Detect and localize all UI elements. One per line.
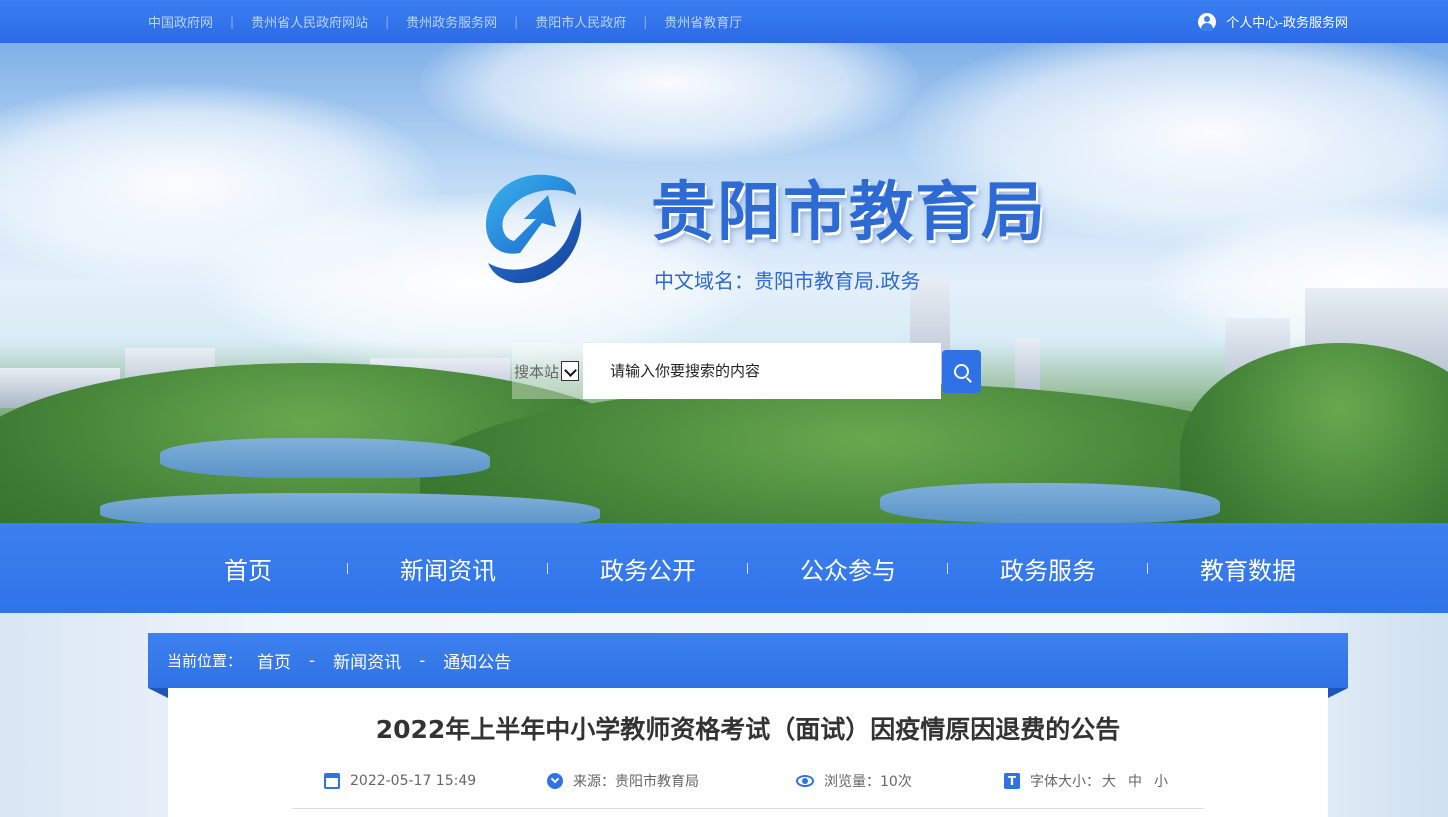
divider: [292, 808, 1204, 809]
nav-news[interactable]: 新闻资讯: [348, 523, 548, 613]
user-center-link[interactable]: 个人中心-政务服务网: [1198, 0, 1348, 43]
link-guizhou-edu[interactable]: 贵州省教育厅: [664, 12, 742, 31]
gov-links: 中国政府网 | 贵州省人民政府网站 | 贵州政务服务网 | 贵阳市人民政府 | …: [148, 0, 742, 43]
breadcrumb-home[interactable]: 首页: [257, 648, 291, 673]
breadcrumb-label: 当前位置：: [167, 652, 243, 670]
lake: [100, 493, 600, 523]
font-size-small-button[interactable]: 小: [1154, 771, 1168, 791]
divider: |: [643, 14, 648, 29]
top-bar: 中国政府网 | 贵州省人民政府网站 | 贵州政务服务网 | 贵阳市人民政府 | …: [0, 0, 1448, 43]
article-title: 2022年上半年中小学教师资格考试（面试）因疫情原因退费的公告: [375, 715, 1121, 744]
article-source-text: 来源：贵阳市教育局: [573, 774, 699, 790]
breadcrumb-separator: -: [419, 650, 426, 671]
ribbon-fold: [1328, 688, 1348, 698]
eye-icon: [796, 775, 814, 787]
article-views-text: 浏览量：10次: [824, 774, 912, 790]
user-center-label: 个人中心-政务服务网: [1226, 16, 1348, 31]
font-size-control: T 字体大小： 大 中 小: [1004, 771, 1168, 791]
divider: |: [230, 14, 235, 29]
header-banner: 贵阳市教育局 中文域名：贵阳市教育局.政务 搜本站: [0, 43, 1448, 523]
link-guizhou-service[interactable]: 贵州政务服务网: [406, 12, 497, 31]
search-icon: [954, 363, 969, 379]
breadcrumb-news[interactable]: 新闻资讯: [333, 648, 401, 673]
search-scope-label: 搜本站: [514, 362, 560, 381]
search-bar: 搜本站: [512, 343, 981, 399]
breadcrumb-separator: -: [309, 650, 316, 671]
nav-public-participation[interactable]: 公众参与: [748, 523, 948, 613]
article-date-text: 2022-05-17 15:49: [350, 773, 477, 789]
font-size-icon: T: [1004, 773, 1020, 789]
trees: [1180, 343, 1448, 523]
lake: [880, 483, 1220, 523]
breadcrumb: 当前位置： 首页 - 新闻资讯 - 通知公告: [148, 633, 1348, 688]
search-button[interactable]: [942, 349, 981, 393]
breadcrumb-notices[interactable]: 通知公告: [443, 648, 511, 673]
ribbon-fold: [148, 688, 168, 698]
site-title: 贵阳市教育局: [651, 176, 1047, 250]
nav-gov-services[interactable]: 政务服务: [948, 523, 1148, 613]
lake: [160, 438, 490, 478]
bureau-logo-icon: [486, 174, 582, 284]
article-views: 浏览量：10次: [796, 771, 912, 791]
calendar-icon: [324, 773, 340, 789]
download-arrow-icon: [547, 773, 563, 789]
article-source: 来源：贵阳市教育局: [547, 771, 699, 791]
search-input[interactable]: [583, 343, 941, 399]
article-panel: 2022年上半年中小学教师资格考试（面试）因疫情原因退费的公告 2022-05-…: [168, 688, 1328, 817]
link-china-gov[interactable]: 中国政府网: [148, 12, 213, 31]
link-guizhou-gov[interactable]: 贵州省人民政府网站: [251, 12, 368, 31]
nav-gov-affairs[interactable]: 政务公开: [548, 523, 748, 613]
font-size-label: 字体大小：: [1030, 774, 1100, 790]
nav-home[interactable]: 首页: [148, 523, 348, 613]
user-icon: [1198, 12, 1217, 31]
search-scope-select[interactable]: 搜本站: [512, 343, 583, 399]
main-nav: 首页 新闻资讯 政务公开 公众参与 政务服务 教育数据: [0, 523, 1448, 613]
nav-education-data[interactable]: 教育数据: [1148, 523, 1348, 613]
font-size-medium-button[interactable]: 中: [1128, 771, 1142, 791]
chinese-domain-name: 中文域名：贵阳市教育局.政务: [654, 269, 921, 293]
font-size-large-button[interactable]: 大: [1102, 771, 1116, 791]
divider: |: [385, 14, 390, 29]
divider: |: [514, 14, 519, 29]
link-guiyang-gov[interactable]: 贵阳市人民政府: [535, 12, 626, 31]
cloud: [420, 43, 920, 163]
chevron-down-icon[interactable]: [561, 361, 580, 381]
article-date: 2022-05-17 15:49: [324, 771, 476, 791]
